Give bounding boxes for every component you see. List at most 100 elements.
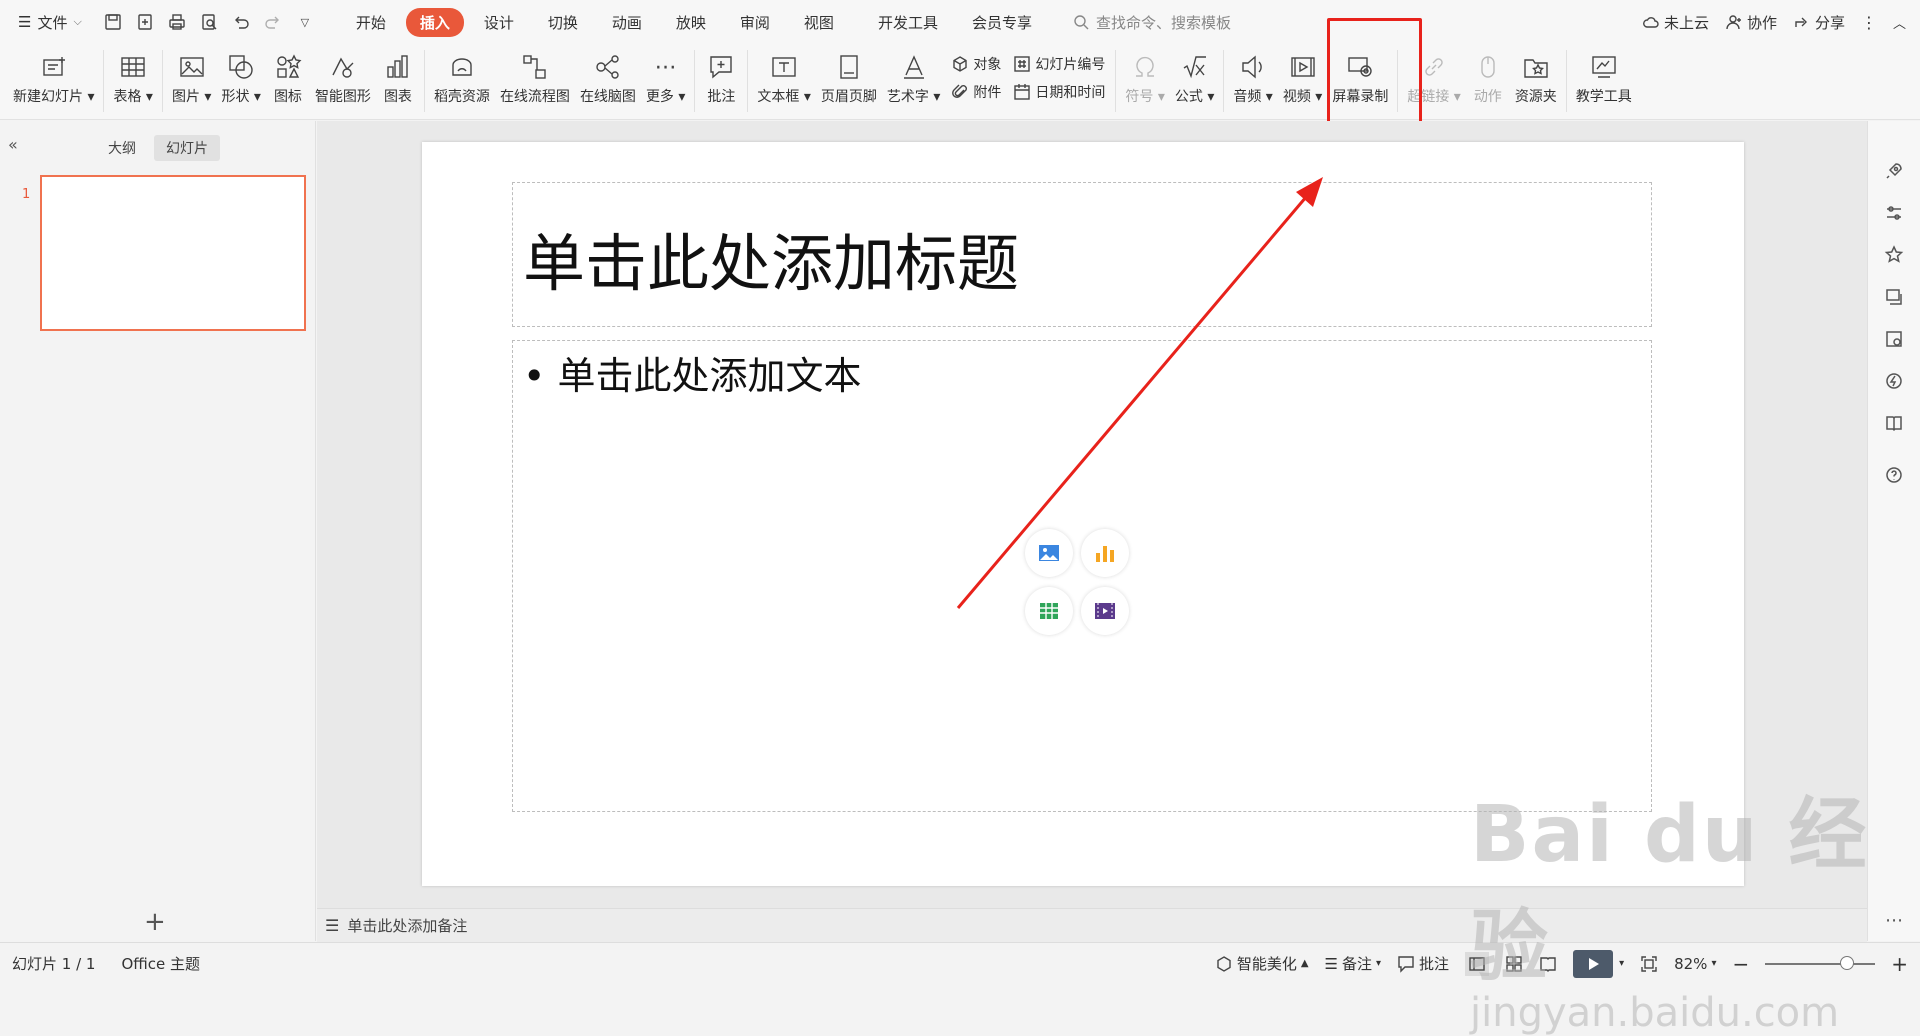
audio-button[interactable]: 音频 ▾ bbox=[1228, 44, 1277, 106]
object-button[interactable]: 对象 bbox=[951, 54, 1001, 74]
redo-icon[interactable] bbox=[262, 11, 284, 33]
rocket-icon[interactable] bbox=[1884, 161, 1904, 181]
print-preview-icon[interactable] bbox=[198, 11, 220, 33]
chart-button[interactable]: 图表 bbox=[376, 44, 420, 106]
shape-icon bbox=[229, 55, 253, 79]
symbol-button[interactable]: 符号 ▾ bbox=[1120, 44, 1169, 106]
export-pdf-icon[interactable] bbox=[134, 11, 156, 33]
notes-toggle-button[interactable]: ☰ 备注 ▾ bbox=[1325, 953, 1382, 974]
notes-toggle-icon: ☰ bbox=[1324, 954, 1338, 973]
formula-button[interactable]: 公式 ▾ bbox=[1170, 44, 1219, 106]
undo-icon[interactable] bbox=[230, 11, 252, 33]
insert-table-icon[interactable] bbox=[1025, 587, 1073, 635]
slide-count: 幻灯片 1 / 1 bbox=[12, 954, 96, 973]
sliders-icon[interactable] bbox=[1884, 203, 1904, 223]
more-button[interactable]: ⋯ 更多 ▾ bbox=[641, 44, 690, 106]
formula-icon bbox=[1183, 56, 1206, 79]
command-search[interactable]: 查找命令、搜索模板 bbox=[1072, 12, 1231, 33]
star-shape-icon[interactable] bbox=[1884, 245, 1904, 265]
smart-beautify-button[interactable]: 智能美化 ▲ bbox=[1215, 953, 1309, 974]
comments-toggle-button[interactable]: 批注 bbox=[1397, 953, 1449, 974]
chevron-down-icon: ⌵ bbox=[73, 15, 82, 28]
header-footer-button[interactable]: 页眉页脚 bbox=[816, 44, 882, 106]
ribbon-divider bbox=[1565, 50, 1567, 112]
tab-view[interactable]: 视图 bbox=[790, 8, 848, 37]
paperclip-icon bbox=[952, 84, 968, 98]
collab-label: 协作 bbox=[1746, 13, 1777, 32]
datetime-button[interactable]: 日期和时间 bbox=[1013, 82, 1105, 102]
icon-button[interactable]: 图标 bbox=[266, 44, 310, 106]
audio-label: 音频 ▾ bbox=[1233, 89, 1273, 105]
save-icon[interactable] bbox=[102, 11, 124, 33]
tab-insert[interactable]: 插入 bbox=[405, 7, 464, 37]
teaching-tools-label: 教学工具 bbox=[1575, 89, 1632, 105]
smart-beautify-label: 智能美化 bbox=[1236, 955, 1297, 973]
screen-record-icon bbox=[1348, 57, 1373, 77]
slide-number-button[interactable]: 幻灯片编号 bbox=[1013, 54, 1105, 74]
calendar-icon bbox=[1014, 84, 1031, 100]
tab-animation[interactable]: 动画 bbox=[598, 8, 656, 37]
collab-button[interactable]: 协作 bbox=[1725, 12, 1777, 33]
insert-ribbon: 新建幻灯片 ▾ 表格 ▾ 图片 ▾ 形状 ▾ 图标 智能图形 图表 稻壳资源 在… bbox=[0, 44, 1920, 120]
chart-icon bbox=[387, 55, 408, 78]
lightning-icon[interactable] bbox=[1884, 371, 1904, 391]
slide-thumbnail[interactable] bbox=[40, 175, 306, 331]
image-settings-icon[interactable] bbox=[1884, 329, 1904, 349]
title-placeholder[interactable]: 单击此处添加标题 bbox=[512, 182, 1652, 327]
help-icon[interactable] bbox=[1884, 465, 1904, 485]
comment-button[interactable]: 批注 bbox=[699, 44, 743, 106]
print-icon[interactable] bbox=[166, 11, 188, 33]
attachment-button[interactable]: 附件 bbox=[951, 82, 1001, 102]
mouse-icon bbox=[1481, 56, 1495, 78]
insert-chart-icon[interactable] bbox=[1081, 529, 1129, 577]
more-options-icon[interactable]: ⋮ bbox=[1861, 13, 1877, 32]
tab-transition[interactable]: 切换 bbox=[534, 8, 592, 37]
search-placeholder: 查找命令、搜索模板 bbox=[1095, 13, 1231, 32]
resource-folder-button[interactable]: 资源夹 bbox=[1510, 44, 1562, 106]
tab-outline[interactable]: 大纲 bbox=[96, 135, 148, 161]
theme-name[interactable]: Office 主题 bbox=[121, 953, 200, 974]
book-icon[interactable] bbox=[1884, 413, 1904, 433]
collapse-panel-icon[interactable]: « bbox=[8, 135, 18, 154]
body-placeholder[interactable]: • 单击此处添加文本 bbox=[512, 340, 1652, 812]
notes-placeholder: 单击此处添加备注 bbox=[347, 917, 468, 935]
insert-video-icon[interactable] bbox=[1081, 587, 1129, 635]
teaching-tools-button[interactable]: 教学工具 bbox=[1571, 44, 1637, 106]
tab-slides[interactable]: 幻灯片 bbox=[154, 135, 220, 161]
textbox-button[interactable]: 文本框 ▾ bbox=[752, 44, 815, 106]
ribbon-divider bbox=[103, 50, 105, 112]
shape-button[interactable]: 形状 ▾ bbox=[216, 44, 265, 106]
cloud-status[interactable]: 未上云 bbox=[1642, 12, 1709, 33]
tab-member[interactable]: 会员专享 bbox=[958, 8, 1046, 37]
new-slide-button[interactable]: 新建幻灯片 ▾ bbox=[8, 44, 99, 106]
insert-picture-icon[interactable] bbox=[1025, 529, 1073, 577]
cube-icon bbox=[1217, 955, 1231, 972]
share-button[interactable]: 分享 bbox=[1793, 12, 1845, 33]
tab-developer[interactable]: 开发工具 bbox=[864, 8, 952, 37]
mindmap-button[interactable]: 在线脑图 bbox=[575, 44, 641, 106]
tab-home[interactable]: 开始 bbox=[342, 8, 400, 37]
collapse-ribbon-icon[interactable]: ︿ bbox=[1893, 13, 1906, 32]
resources-icon bbox=[452, 58, 472, 76]
tab-design[interactable]: 设计 bbox=[470, 8, 528, 37]
add-slide-icon[interactable]: + bbox=[144, 907, 166, 937]
flowchart-icon bbox=[523, 55, 546, 79]
speaker-icon bbox=[1242, 55, 1262, 79]
hyperlink-button[interactable]: 超链接 ▾ bbox=[1402, 44, 1465, 106]
tab-slideshow[interactable]: 放映 bbox=[662, 8, 720, 37]
table-button[interactable]: 表格 ▾ bbox=[108, 44, 157, 106]
wordart-icon bbox=[903, 55, 924, 79]
customize-toolbar-icon[interactable]: ▽ bbox=[294, 11, 316, 33]
action-button[interactable]: 动作 bbox=[1466, 44, 1510, 106]
hyperlink-label: 超链接 ▾ bbox=[1407, 89, 1461, 105]
screen-record-button[interactable]: 屏幕录制 bbox=[1327, 44, 1393, 106]
flowchart-button[interactable]: 在线流程图 bbox=[495, 44, 575, 106]
slide-layout-icon[interactable] bbox=[1884, 287, 1904, 307]
resources-button[interactable]: 稻壳资源 bbox=[429, 44, 495, 106]
tab-review[interactable]: 审阅 bbox=[726, 8, 784, 37]
smartart-button[interactable]: 智能图形 bbox=[310, 44, 376, 106]
picture-button[interactable]: 图片 ▾ bbox=[167, 44, 216, 106]
video-button[interactable]: 视频 ▾ bbox=[1278, 44, 1327, 106]
file-menu[interactable]: ☰ 文件 ⌵ bbox=[0, 0, 94, 44]
wordart-button[interactable]: 艺术字 ▾ bbox=[882, 44, 945, 106]
